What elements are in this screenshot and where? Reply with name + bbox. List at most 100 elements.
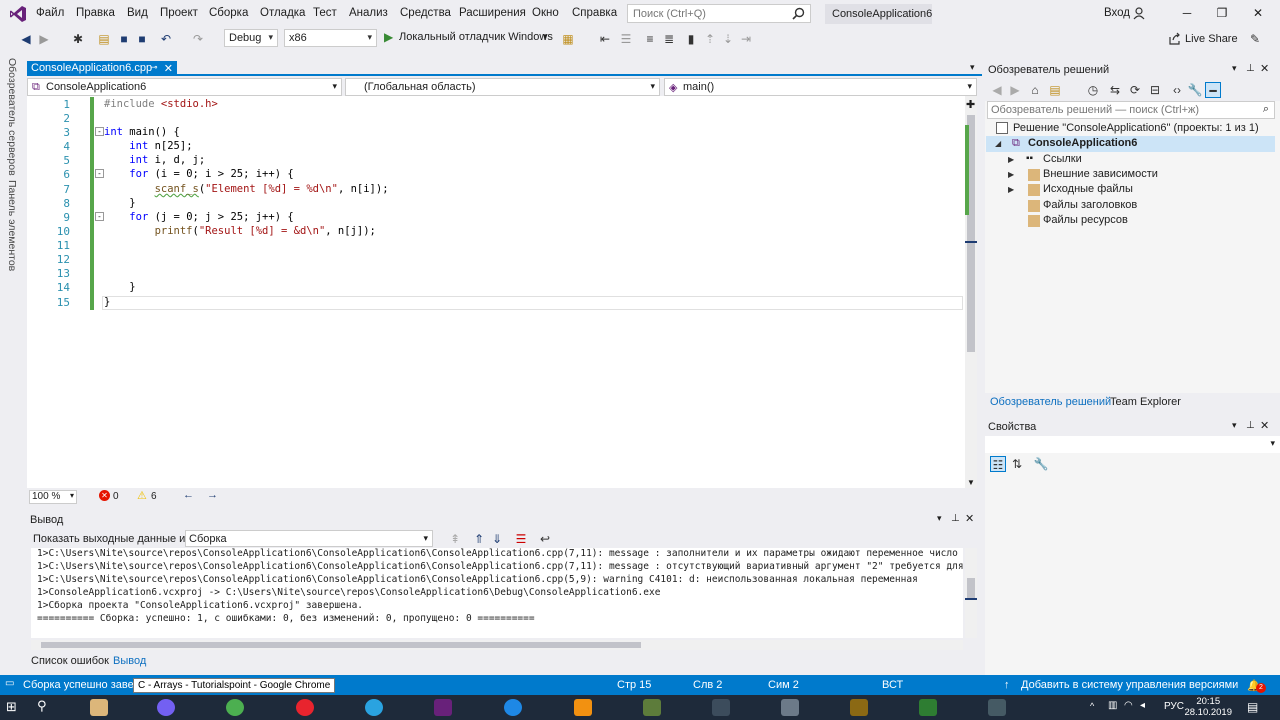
start-debugging-button[interactable]: ▶ Локальный отладчик Windows ▾ — [382, 29, 554, 47]
system-clock[interactable]: 20:15 28.10.2019 — [1184, 696, 1232, 718]
forward-icon[interactable]: ▶ — [36, 31, 52, 47]
output-text-area[interactable]: 1>C:\Users\Nite\source\repos\ConsoleAppl… — [31, 548, 963, 638]
tab-team-explorer[interactable]: Team Explorer — [1110, 396, 1181, 408]
configuration-select[interactable]: Debug ▾ — [224, 29, 278, 47]
action-center-icon[interactable]: ▤ — [1247, 700, 1258, 714]
next-message-icon[interactable]: ⇓ — [489, 531, 505, 547]
home-icon[interactable]: ⌂ — [1027, 82, 1043, 98]
member-nav-dropdown[interactable]: ◈ main() ▾ — [664, 78, 977, 96]
save-icon[interactable]: ■ — [116, 31, 132, 47]
next-issue-icon[interactable]: → — [207, 489, 218, 501]
telegram-icon[interactable] — [365, 699, 383, 716]
collapse-all-icon[interactable]: ⊟ — [1147, 82, 1163, 98]
steam-icon[interactable] — [712, 699, 730, 716]
collapsed-arrow-icon[interactable]: ▶ — [1008, 155, 1014, 164]
menu-edit[interactable]: Правка — [76, 7, 115, 19]
quick-launch-search[interactable]: Поиск (Ctrl+Q) — [627, 4, 811, 23]
forward-icon[interactable]: ▶ — [1007, 82, 1023, 98]
menu-file[interactable]: Файл — [36, 7, 64, 19]
chrome-icon[interactable] — [226, 699, 244, 716]
pin-icon[interactable]: ⊸ — [150, 62, 158, 73]
chevron-down-icon[interactable]: ▾ — [1232, 420, 1237, 431]
uncomment-icon[interactable]: ≣ — [661, 31, 677, 47]
tab-list-chevron-icon[interactable]: ▾ — [970, 62, 975, 73]
sublime-icon[interactable] — [574, 699, 592, 716]
viber-icon[interactable] — [157, 699, 175, 716]
live-share-button[interactable]: Live Share — [1185, 33, 1238, 45]
back-icon[interactable]: ◀ — [18, 31, 34, 47]
toolbox-tab[interactable]: Панель элементов — [6, 180, 18, 271]
redo-icon[interactable]: ↷ — [190, 31, 206, 47]
search-icon[interactable]: ⚲ — [37, 698, 47, 714]
minecraft-icon[interactable] — [643, 699, 661, 716]
tab-consoleapplication6-cpp[interactable]: ConsoleApplication6.cpp ⊸ ✕ — [27, 61, 177, 76]
scroll-down-icon[interactable]: ▼ — [967, 478, 975, 487]
refresh-icon[interactable]: ⟳ — [1127, 82, 1143, 98]
output-vertical-scrollbar[interactable] — [965, 548, 977, 638]
sync-icon[interactable]: ⇆ — [1107, 82, 1123, 98]
wifi-icon[interactable]: ◠ — [1124, 700, 1133, 711]
tab-solution-explorer[interactable]: Обозреватель решений — [990, 396, 1111, 408]
menu-analyze[interactable]: Анализ — [349, 7, 388, 19]
output-horizontal-scrollbar[interactable] — [31, 640, 963, 650]
input-language[interactable]: РУС — [1164, 701, 1184, 712]
close-icon[interactable]: ✕ — [965, 512, 974, 525]
windows-start-icon[interactable]: ⊞ — [6, 699, 17, 715]
menu-build[interactable]: Сборка — [209, 7, 248, 19]
open-file-icon[interactable]: ▤ — [96, 31, 112, 47]
menu-extensions[interactable]: Расширения — [459, 7, 526, 19]
properties-wrench-icon[interactable]: 🔧 — [1187, 82, 1203, 98]
comment-icon[interactable]: ≡ — [642, 31, 658, 47]
opera-icon[interactable] — [296, 699, 314, 716]
prev-bookmark-icon[interactable]: ⇡ — [702, 31, 718, 47]
clear-all-icon[interactable]: ☰ — [513, 531, 529, 547]
volume-icon[interactable]: ◂ — [1140, 700, 1145, 711]
minimize-button[interactable]: ─ — [1177, 4, 1197, 22]
app-icon-blue[interactable] — [504, 699, 522, 716]
clear-bookmarks-icon[interactable]: ⇥ — [738, 31, 754, 47]
signin-link[interactable]: Вход — [1104, 7, 1130, 19]
error-icon[interactable]: ✕ — [99, 490, 110, 501]
app-icon-brown[interactable] — [850, 699, 868, 716]
warning-icon[interactable]: ⚠ — [137, 489, 147, 502]
network-icon[interactable]: ▥ — [1108, 700, 1117, 711]
menu-tools[interactable]: Средства — [400, 7, 451, 19]
app-icon-gray[interactable] — [781, 699, 799, 716]
server-explorer-tab[interactable]: Обозреватель серверов — [6, 58, 18, 176]
find-message-icon[interactable]: ⇞ — [447, 531, 463, 547]
back-icon[interactable]: ◀ — [989, 82, 1005, 98]
pending-changes-icon[interactable]: ◷ — [1085, 82, 1101, 98]
project-nav-dropdown[interactable]: ⧉ ConsoleApplication6 ▾ — [27, 78, 342, 96]
menu-window[interactable]: Окно — [532, 7, 559, 19]
bookmark-icon[interactable]: ▮ — [683, 31, 699, 47]
file-explorer-icon[interactable] — [90, 699, 108, 716]
prev-issue-icon[interactable]: ← — [183, 489, 194, 501]
preview-selected-icon[interactable]: ━ — [1205, 82, 1221, 98]
close-icon[interactable]: ✕ — [164, 62, 173, 75]
tab-error-list[interactable]: Список ошибок — [31, 655, 109, 667]
tab-output[interactable]: Вывод — [113, 655, 146, 667]
collapse-toggle[interactable]: - — [95, 127, 104, 136]
tray-chevron-icon[interactable]: ^ — [1090, 701, 1094, 711]
app-icon-green[interactable] — [919, 699, 937, 716]
properties-object-select[interactable]: ▾ — [985, 436, 1280, 453]
expanded-arrow-icon[interactable]: ◢ — [995, 139, 1001, 148]
alphabetical-icon[interactable]: ⇅ — [1009, 456, 1025, 472]
solution-search-input[interactable]: Обозреватель решений — поиск (Ctrl+ж) ⌕ — [987, 101, 1275, 119]
user-icon[interactable] — [1133, 6, 1147, 20]
find-in-files-icon[interactable]: ▦ — [560, 31, 576, 47]
close-icon[interactable]: ✕ — [1260, 62, 1269, 75]
output-source-select[interactable]: Сборка ▾ — [185, 530, 433, 547]
source-control-button[interactable]: Добавить в систему управления версиями — [1021, 679, 1238, 691]
menu-test[interactable]: Тест — [313, 7, 337, 19]
collapse-toggle[interactable]: - — [95, 169, 104, 178]
pin-icon[interactable]: ⊥ — [1246, 63, 1255, 74]
property-pages-icon[interactable]: 🔧 — [1033, 456, 1049, 472]
new-project-icon[interactable]: ✱ — [70, 31, 86, 47]
pin-icon[interactable]: ⊥ — [1246, 420, 1255, 431]
chevron-down-icon[interactable]: ▾ — [1232, 63, 1237, 74]
zoom-select[interactable]: 100 % ▾ — [29, 490, 77, 504]
menu-view[interactable]: Вид — [127, 7, 148, 19]
feedback-icon[interactable]: ✎ — [1247, 31, 1263, 47]
next-bookmark-icon[interactable]: ⇣ — [720, 31, 736, 47]
